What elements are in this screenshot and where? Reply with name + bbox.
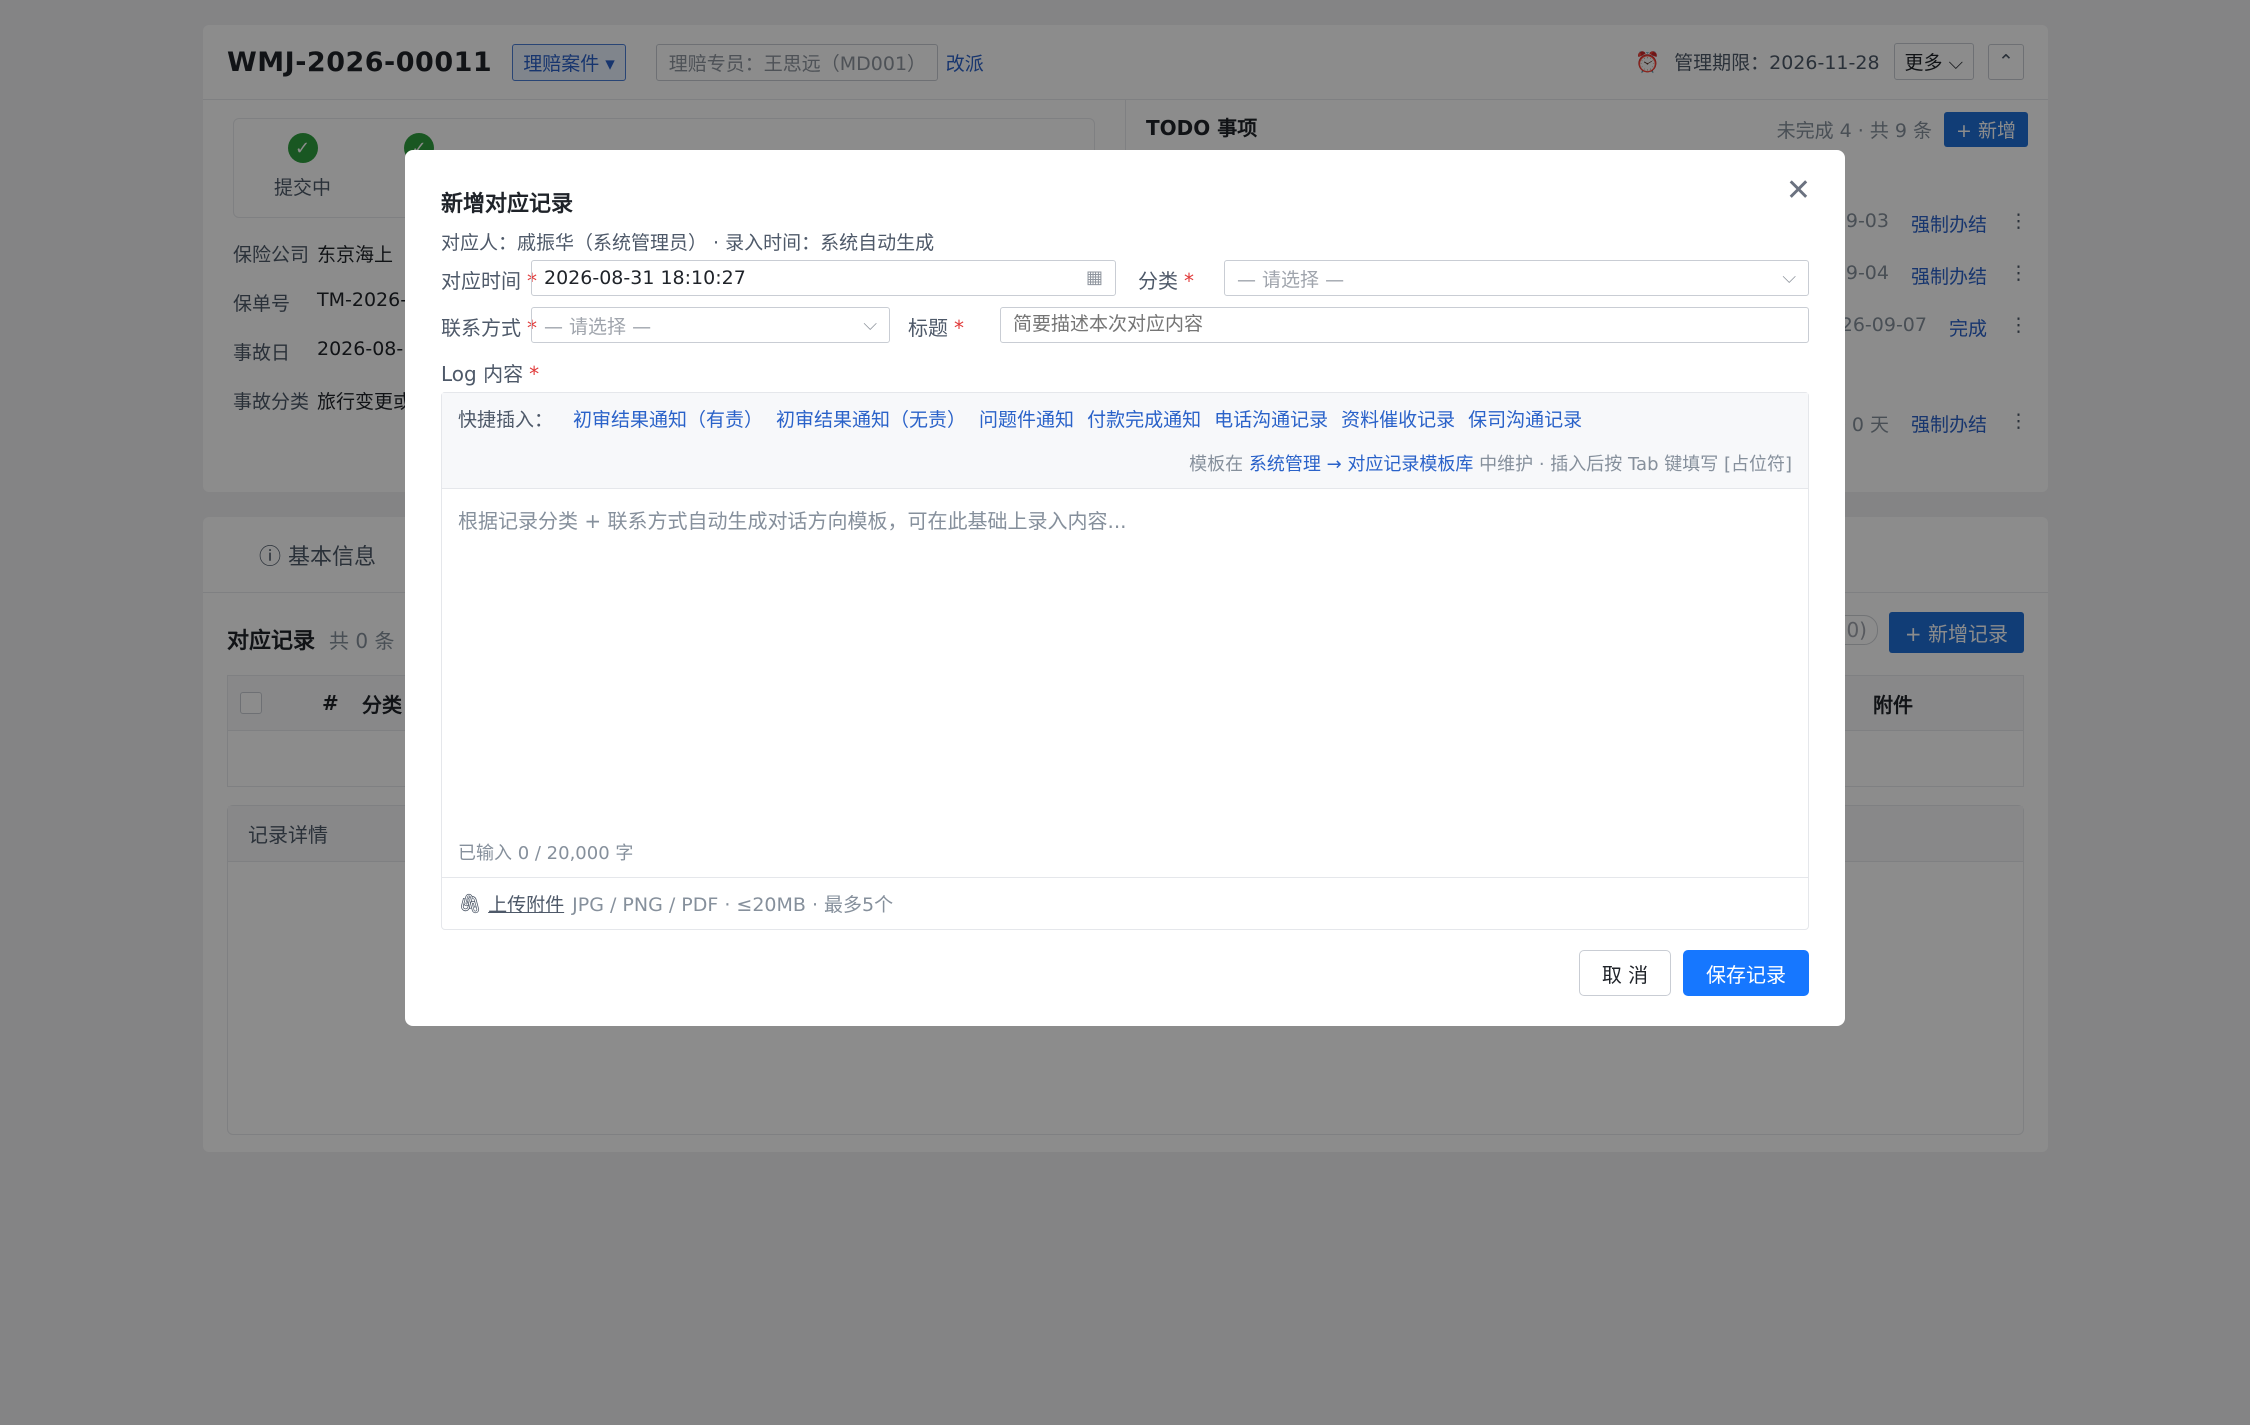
subject-input[interactable] — [1000, 307, 1809, 343]
template-tip-suffix: 中维护 · 插入后按 Tab 键填写 [占位符] — [1479, 454, 1792, 475]
contact-placeholder: — 请选择 — — [544, 315, 652, 338]
quick-insert-row: 快捷插入： 初审结果通知（有责） 初审结果通知（无责） 问题件通知 付款完成通知… — [458, 405, 1792, 432]
quick-insert-bar: 快捷插入： 初审结果通知（有责） 初审结果通知（无责） 问题件通知 付款完成通知… — [442, 393, 1808, 489]
quick-insert-item[interactable]: 电话沟通记录 — [1214, 405, 1328, 432]
close-icon[interactable]: ✕ — [1786, 176, 1811, 206]
quick-insert-item[interactable]: 保司沟通记录 — [1468, 405, 1582, 432]
log-editor: 快捷插入： 初审结果通知（有责） 初审结果通知（无责） 问题件通知 付款完成通知… — [441, 392, 1809, 930]
upload-attachment-link[interactable]: 上传附件 — [488, 890, 564, 917]
category-placeholder: — 请选择 — — [1237, 268, 1345, 291]
subject-label-text: 标题 — [908, 316, 948, 340]
calendar-icon: ▦ — [1085, 267, 1103, 288]
log-label: Log 内容 * — [441, 358, 539, 387]
quick-insert-item[interactable]: 初审结果通知（有责） — [573, 405, 763, 432]
time-input[interactable]: 2026-08-31 18:10:27 ▦ — [531, 260, 1116, 296]
quick-insert-item[interactable]: 付款完成通知 — [1087, 405, 1201, 432]
required-mark: * — [529, 362, 540, 386]
time-value: 2026-08-31 18:10:27 — [544, 267, 746, 289]
contact-label-text: 联系方式 — [441, 316, 521, 340]
category-label-text: 分类 — [1138, 269, 1178, 293]
log-label-text: Log 内容 — [441, 362, 524, 386]
quick-insert-item[interactable]: 问题件通知 — [979, 405, 1074, 432]
new-record-modal: 新增对应记录 ✕ 对应人：戚振华（系统管理员） · 录入时间：系统自动生成 对应… — [405, 150, 1845, 1026]
modal-title: 新增对应记录 — [441, 192, 574, 217]
quick-insert-label: 快捷插入： — [458, 409, 554, 431]
chevron-down-icon: ⌵ — [863, 314, 877, 335]
time-label-text: 对应时间 — [441, 269, 521, 293]
template-library-link[interactable]: 系统管理 → 对应记录模板库 — [1249, 454, 1474, 475]
upload-hint: JPG / PNG / PDF · ≤20MB · 最多5个 — [572, 894, 894, 916]
form-row-contact-subject: 联系方式 * — 请选择 — ⌵ 标题 * — [441, 307, 1809, 343]
log-textarea[interactable]: 根据记录分类 + 联系方式自动生成对话方向模板，可在此基础上录入内容... 已输… — [442, 489, 1808, 877]
category-select[interactable]: — 请选择 — ⌵ — [1224, 260, 1809, 296]
required-mark: * — [1184, 269, 1194, 293]
quick-insert-item[interactable]: 初审结果通知（无责） — [776, 405, 966, 432]
time-label: 对应时间 * — [441, 265, 537, 294]
cancel-button[interactable]: 取 消 — [1579, 950, 1671, 996]
form-row-time-category: 对应时间 * 2026-08-31 18:10:27 ▦ 分类 * — 请选择 — … — [441, 260, 1809, 296]
quick-insert-item[interactable]: 资料催收记录 — [1341, 405, 1455, 432]
modal-subtitle: 对应人：戚振华（系统管理员） · 录入时间：系统自动生成 — [441, 232, 935, 254]
subject-label: 标题 * — [908, 312, 964, 341]
attachment-bar: 🖇 上传附件 JPG / PNG / PDF · ≤20MB · 最多5个 — [442, 877, 1808, 929]
paperclip-icon: 🖇 — [458, 893, 483, 915]
required-mark: * — [954, 316, 964, 340]
contact-label: 联系方式 * — [441, 312, 537, 341]
template-tip: 模板在 系统管理 → 对应记录模板库 中维护 · 插入后按 Tab 键填写 [占… — [1189, 450, 1792, 476]
save-record-button[interactable]: 保存记录 — [1683, 950, 1809, 996]
template-tip-prefix: 模板在 — [1189, 454, 1244, 475]
category-label: 分类 * — [1138, 265, 1194, 294]
char-counter: 已输入 0 / 20,000 字 — [458, 843, 634, 864]
chevron-down-icon: ⌵ — [1782, 267, 1796, 288]
editor-placeholder: 根据记录分类 + 联系方式自动生成对话方向模板，可在此基础上录入内容... — [458, 509, 1127, 533]
contact-select[interactable]: — 请选择 — ⌵ — [531, 307, 890, 343]
